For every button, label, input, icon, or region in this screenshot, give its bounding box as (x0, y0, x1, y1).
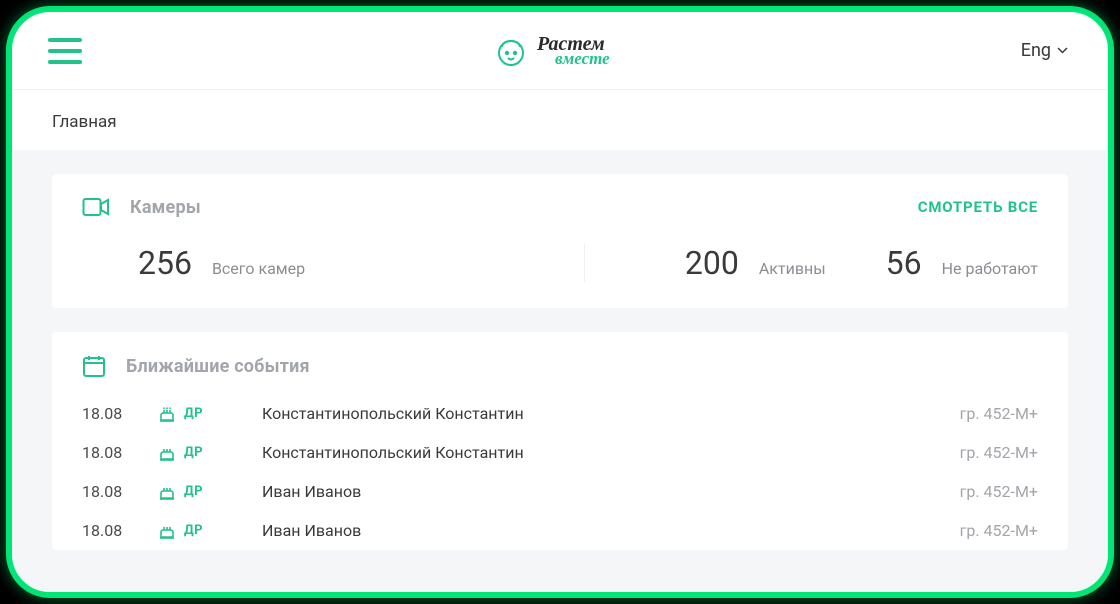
event-date: 18.08 (82, 521, 158, 540)
stat-active: 200 Активны (585, 244, 886, 282)
stat-active-value: 200 (685, 244, 739, 282)
event-group: гр. 452-М+ (960, 521, 1038, 540)
calendar-icon (82, 354, 106, 378)
cake-icon (158, 522, 176, 540)
breadcrumb: Главная (12, 90, 1108, 150)
breadcrumb-item[interactable]: Главная (52, 112, 117, 132)
header: Растем вместе Eng (12, 12, 1108, 90)
chevron-down-icon (1057, 47, 1068, 54)
menu-button[interactable] (48, 38, 82, 64)
event-name: Иван Иванов (262, 482, 960, 501)
stat-broken: 56 Не работают (886, 244, 1038, 282)
event-type-label: ДР (184, 484, 203, 499)
event-group: гр. 452-М+ (960, 404, 1038, 423)
event-row[interactable]: 18.08 ДР Константинопольский Константин … (52, 433, 1068, 472)
event-type: ДР (158, 522, 262, 540)
content: Камеры СМОТРЕТЬ ВСЕ 256 Всего камер 200 … (12, 150, 1108, 592)
cake-icon (158, 483, 176, 501)
see-all-link[interactable]: СМОТРЕТЬ ВСЕ (918, 198, 1038, 216)
event-date: 18.08 (82, 404, 158, 423)
events-card: Ближайшие события 18.08 ДР Константинопо… (52, 332, 1068, 550)
stat-total-value: 256 (138, 244, 192, 282)
camera-icon (82, 196, 110, 218)
device-frame: Растем вместе Eng Главная (6, 6, 1114, 598)
cameras-card: Камеры СМОТРЕТЬ ВСЕ 256 Всего камер 200 … (52, 174, 1068, 308)
language-selector[interactable]: Eng (1021, 40, 1068, 61)
event-row[interactable]: 18.08 ДР Константинопольский Константин … (52, 394, 1068, 433)
event-type-label: ДР (184, 406, 203, 421)
event-name: Константинопольский Константин (262, 404, 960, 423)
logo[interactable]: Растем вместе (493, 33, 610, 69)
event-type: ДР (158, 444, 262, 462)
event-list: 18.08 ДР Константинопольский Константин … (52, 394, 1068, 550)
cameras-card-head: Камеры СМОТРЕТЬ ВСЕ (52, 174, 1068, 232)
cameras-title: Камеры (130, 197, 201, 218)
events-title: Ближайшие события (126, 356, 310, 377)
cake-icon (158, 444, 176, 462)
event-date: 18.08 (82, 482, 158, 501)
stat-total-label: Всего камер (212, 259, 305, 278)
event-name: Иван Иванов (262, 521, 960, 540)
event-group: гр. 452-М+ (960, 482, 1038, 501)
event-group: гр. 452-М+ (960, 443, 1038, 462)
logo-icon (493, 33, 529, 69)
event-name: Константинопольский Константин (262, 443, 960, 462)
app-screen: Растем вместе Eng Главная (12, 12, 1108, 592)
event-row[interactable]: 18.08 ДР Иван Иванов гр. 452-М+ (52, 511, 1068, 550)
stat-active-label: Активны (759, 259, 826, 278)
event-type: ДР (158, 405, 262, 423)
event-row[interactable]: 18.08 ДР Иван Иванов гр. 452-М+ (52, 472, 1068, 511)
cameras-title-group: Камеры (82, 196, 201, 218)
event-date: 18.08 (82, 443, 158, 462)
camera-stats: 256 Всего камер 200 Активны 56 Не работа… (52, 232, 1068, 308)
cake-icon (158, 405, 176, 423)
stat-total: 256 Всего камер (82, 244, 585, 282)
logo-text: Растем вместе (537, 35, 610, 66)
event-type-label: ДР (184, 445, 203, 460)
event-type-label: ДР (184, 523, 203, 538)
event-type: ДР (158, 483, 262, 501)
events-card-head: Ближайшие события (52, 332, 1068, 394)
stat-broken-value: 56 (886, 244, 922, 282)
stat-broken-label: Не работают (942, 259, 1038, 278)
language-label: Eng (1021, 40, 1051, 61)
